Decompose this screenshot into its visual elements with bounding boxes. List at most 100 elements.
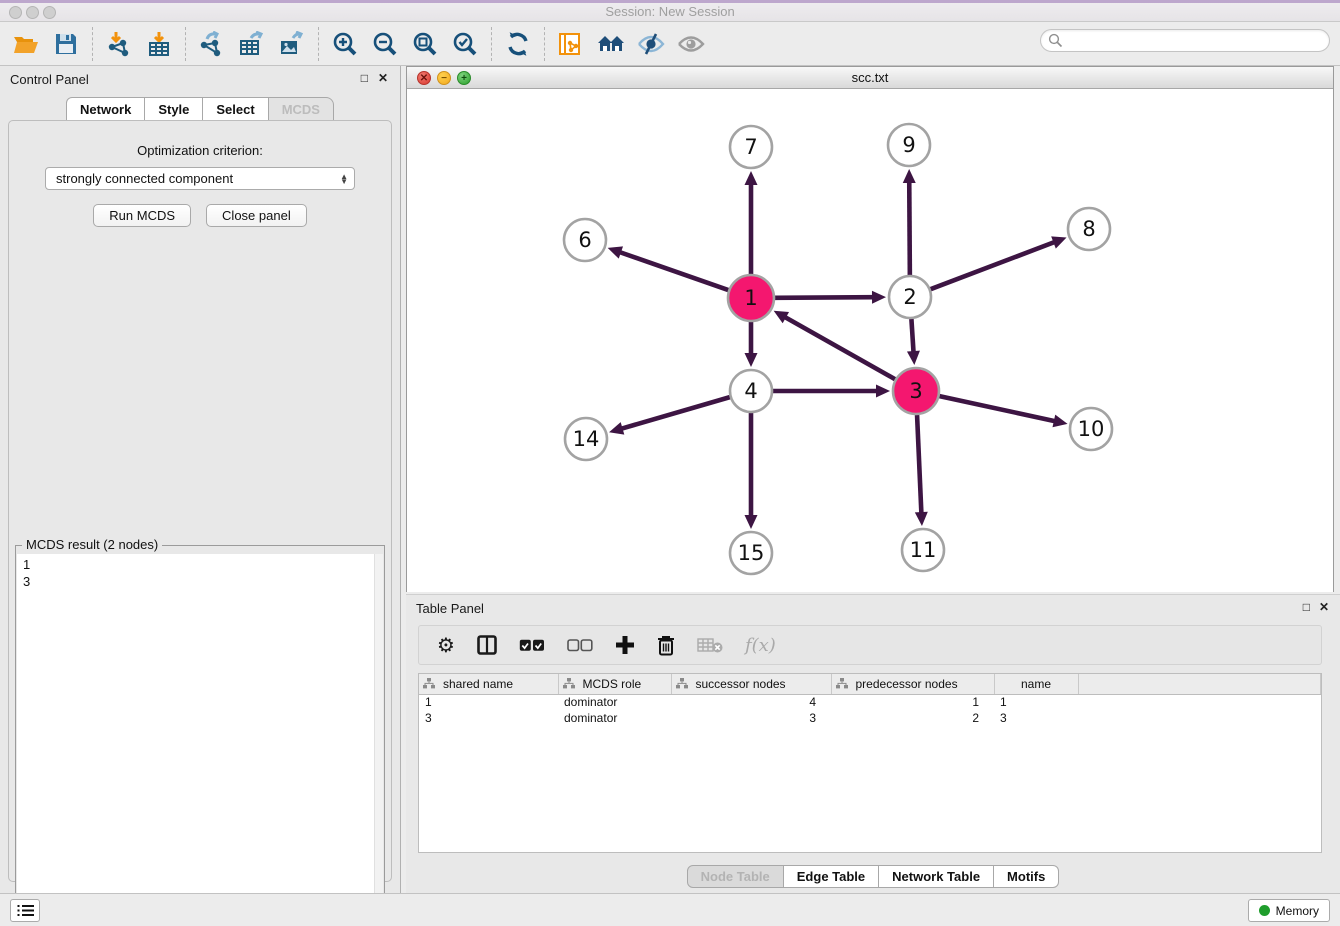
tab-network-table[interactable]: Network Table [879, 865, 994, 888]
zoom-selected-button[interactable] [445, 26, 485, 62]
graph-edge-1-6[interactable] [619, 252, 728, 290]
export-table-button[interactable] [232, 26, 272, 62]
network-canvas-svg: 7 9 6 8 1 2 4 3 14 10 15 11 [407, 89, 1333, 592]
import-network-button[interactable] [99, 26, 139, 62]
column-header-shared-name[interactable]: shared name [419, 674, 558, 694]
open-browser-button[interactable] [591, 26, 631, 62]
plus-icon [615, 635, 635, 655]
network-title: scc.txt [407, 70, 1333, 85]
zoom-fit-button[interactable] [405, 26, 445, 62]
criterion-select[interactable]: strongly connected component ▲▼ [45, 167, 355, 190]
table-panel: Table Panel □ ✕ ⚙ f(x) shared [406, 594, 1340, 893]
export-network-button[interactable] [192, 26, 232, 62]
tree-icon [563, 678, 575, 689]
graph-node-9[interactable]: 9 [888, 124, 930, 166]
table-row[interactable]: 3 dominator 3 2 3 [419, 710, 1321, 726]
graph-edge-4-14[interactable] [621, 397, 730, 429]
node-table-container: shared name MCDS role successor nodes pr… [418, 673, 1322, 853]
float-panel-icon[interactable]: □ [361, 71, 368, 85]
zoom-in-button[interactable] [325, 26, 365, 62]
search-icon [1048, 33, 1063, 48]
graph-node-14[interactable]: 14 [565, 418, 607, 460]
import-table-button[interactable] [139, 26, 179, 62]
graph-edge-2-8[interactable] [931, 242, 1056, 289]
graph-edge-3-10[interactable] [939, 396, 1055, 421]
select-all-button[interactable] [519, 632, 545, 658]
graph-node-15[interactable]: 15 [730, 532, 772, 574]
table-toolbar: ⚙ f(x) [418, 625, 1322, 665]
export-image-button[interactable] [272, 26, 312, 62]
graph-node-6[interactable]: 6 [564, 219, 606, 261]
add-column-button[interactable] [615, 632, 635, 658]
close-panel-button[interactable]: Close panel [206, 204, 307, 227]
column-header-name[interactable]: name [994, 674, 1078, 694]
graph-node-7[interactable]: 7 [730, 126, 772, 168]
svg-text:4: 4 [744, 379, 757, 403]
close-table-panel-icon[interactable]: ✕ [1319, 600, 1329, 614]
graph-edge-1-2[interactable] [775, 297, 874, 298]
column-header-mcds-role[interactable]: MCDS role [558, 674, 671, 694]
zoom-out-button[interactable] [365, 26, 405, 62]
graph-edge-2-3[interactable] [911, 319, 913, 353]
tab-edge-table[interactable]: Edge Table [784, 865, 879, 888]
graph-node-4[interactable]: 4 [730, 370, 772, 412]
close-panel-icon[interactable]: ✕ [378, 71, 388, 85]
new-network-from-file-button[interactable] [551, 26, 591, 62]
mcds-panel: Optimization criterion: strongly connect… [8, 120, 392, 882]
graph-node-10[interactable]: 10 [1070, 408, 1112, 450]
toolbar-search[interactable] [1040, 29, 1330, 52]
graph-arrowhead [1051, 236, 1066, 248]
network-canvas[interactable]: 7 9 6 8 1 2 4 3 14 10 15 11 [407, 89, 1333, 592]
tab-motifs[interactable]: Motifs [994, 865, 1059, 888]
graph-node-11[interactable]: 11 [902, 529, 944, 571]
select-stepper-icon: ▲▼ [340, 174, 348, 184]
delete-table-button [697, 632, 723, 658]
graph-edge-3-11[interactable] [917, 415, 921, 514]
task-history-button[interactable] [10, 899, 40, 922]
svg-text:2: 2 [903, 285, 916, 309]
network-window-titlebar[interactable]: ✕ − + scc.txt [407, 67, 1333, 89]
graph-node-8[interactable]: 8 [1068, 208, 1110, 250]
graph-node-2[interactable]: 2 [889, 276, 931, 318]
result-scrollbar[interactable] [374, 554, 383, 921]
table-settings-button[interactable]: ⚙ [437, 632, 455, 658]
memory-button[interactable]: Memory [1248, 899, 1330, 922]
graph-arrowhead [872, 291, 886, 304]
graph-arrowhead [915, 512, 928, 526]
column-header-predecessor-nodes[interactable]: predecessor nodes [831, 674, 994, 694]
graph-arrowhead [745, 171, 758, 185]
open-session-button[interactable] [6, 26, 46, 62]
tab-style[interactable]: Style [145, 97, 203, 122]
mcds-result-line: 3 [23, 573, 383, 590]
tab-network[interactable]: Network [66, 97, 145, 122]
refresh-view-button[interactable] [498, 26, 538, 62]
window-title: Session: New Session [0, 4, 1340, 19]
split-columns-button[interactable] [477, 632, 497, 658]
graph-edge-3-1[interactable] [784, 317, 895, 380]
table-row[interactable]: 1 dominator 4 1 1 [419, 694, 1321, 710]
graph-node-1[interactable]: 1 [728, 275, 774, 321]
main-toolbar [0, 22, 1340, 66]
show-graphics-details-button[interactable] [671, 26, 711, 62]
toolbar-separator [544, 27, 545, 61]
save-session-button[interactable] [46, 26, 86, 62]
column-header-successor-nodes[interactable]: successor nodes [671, 674, 831, 694]
graph-node-3[interactable]: 3 [893, 368, 939, 414]
mcds-result-list[interactable]: 1 3 [17, 554, 383, 921]
svg-text:15: 15 [738, 541, 765, 565]
tab-node-table[interactable]: Node Table [687, 865, 784, 888]
graph-edge-2-9[interactable] [909, 181, 910, 275]
tab-mcds[interactable]: MCDS [269, 97, 334, 122]
toolbar-separator [185, 27, 186, 61]
run-mcds-button[interactable]: Run MCDS [93, 204, 191, 227]
zoom-selected-icon [452, 31, 478, 57]
search-input[interactable] [1063, 31, 1329, 50]
svg-text:3: 3 [909, 379, 922, 403]
hide-graphics-details-button[interactable] [631, 26, 671, 62]
tree-icon [423, 678, 435, 689]
tab-select[interactable]: Select [203, 97, 268, 122]
unchecked-boxes-icon [567, 639, 593, 652]
deselect-all-button[interactable] [567, 632, 593, 658]
delete-column-button[interactable] [657, 632, 675, 658]
float-table-panel-icon[interactable]: □ [1303, 600, 1310, 614]
